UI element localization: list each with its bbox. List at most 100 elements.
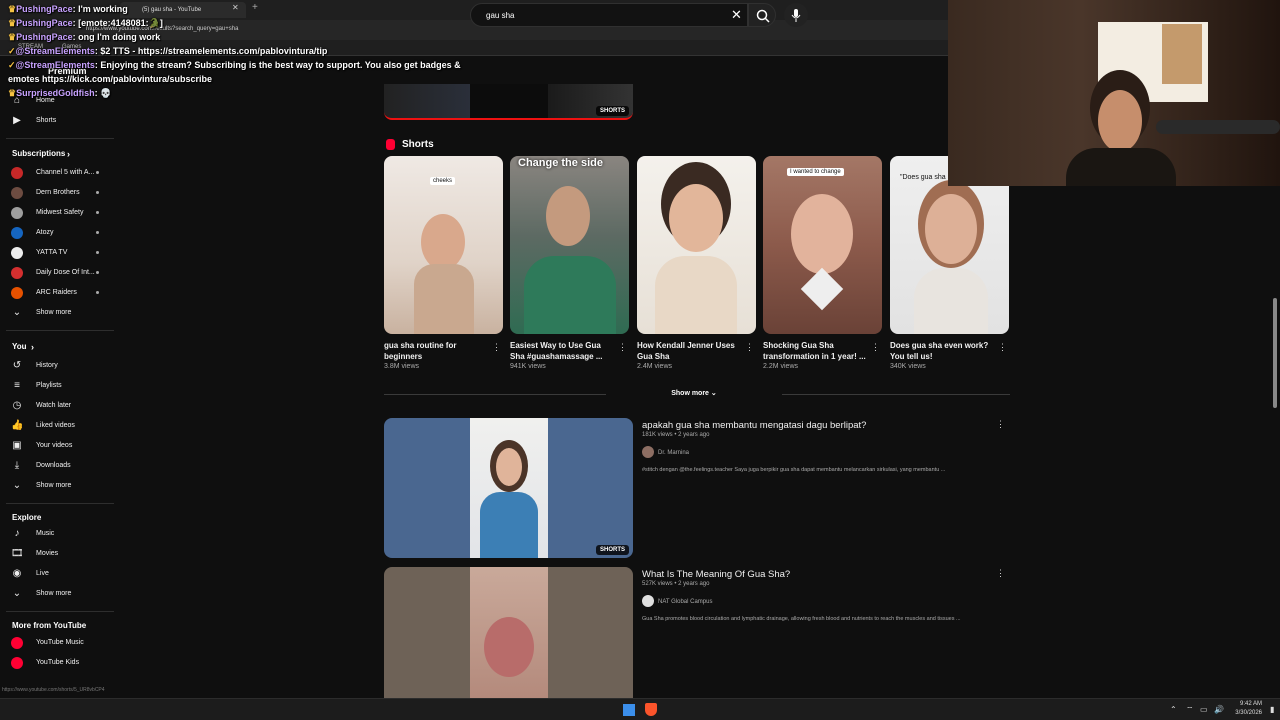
thumbnail-image [800, 267, 844, 311]
sidebar-item-label: Show more [36, 590, 72, 597]
sidebar-item-label: Movies [36, 550, 59, 557]
more-options-icon[interactable]: ⋮ [618, 342, 627, 353]
short-title[interactable]: Easiest Way to Use Gua Sha #guashamassag… [510, 340, 614, 362]
sidebar-item-label: ARC Raiders [36, 289, 77, 296]
more-options-icon[interactable]: ⋮ [492, 342, 501, 353]
search-query[interactable]: gau sha [486, 11, 514, 20]
search-icon [756, 9, 770, 23]
sidebar-item-youtube-music[interactable]: YouTube Music [0, 633, 124, 653]
video-thumbnail-partial[interactable]: SHORTS [384, 84, 633, 120]
video-title[interactable]: What Is The Meaning Of Gua Sha? [642, 569, 790, 580]
sidebar-item-downloads[interactable]: ⤓ Downloads [0, 456, 124, 476]
sidebar-item-label: Channel 5 with A... [36, 169, 95, 176]
sidebar-item-subscription[interactable]: Atozy [0, 223, 124, 243]
clock-time[interactable]: 9:42 AM [1228, 701, 1262, 707]
sidebar-item-music[interactable]: ♪ Music [0, 524, 124, 544]
video-thumbnail[interactable]: SHORTS [384, 418, 633, 558]
chat-text: : I'm working [72, 4, 128, 14]
video-result[interactable]: SHORTS apakah gua sha membantu mengatasi… [384, 418, 1010, 560]
shorts-badge: SHORTS [596, 106, 630, 116]
sidebar-item-watch-later[interactable]: ◷ Watch later [0, 396, 124, 416]
short-item[interactable]: How Kendall Jenner Uses Gua Sha 2.4M vie… [637, 156, 756, 374]
network-icon[interactable]: ▭ [1200, 705, 1208, 714]
clock-date[interactable]: 3/30/2026 [1228, 710, 1262, 716]
sidebar-item-shorts[interactable]: ▶ Shorts [0, 111, 124, 131]
sidebar-item-label: Midwest Safety [36, 209, 84, 216]
thumbnail-overlay-text: "Does gua sha [900, 174, 946, 181]
show-more-you[interactable]: ⌄ Show more [0, 476, 124, 496]
sidebar-item-subscription[interactable]: ARC Raiders [0, 283, 124, 303]
sidebar-item-subscription[interactable]: Daily Dose Of Int... [0, 263, 124, 283]
sidebar-item-liked-videos[interactable]: 👍 Liked videos [0, 416, 124, 436]
youtube-kids-icon [11, 657, 23, 669]
chat-text: : 💀 [94, 88, 112, 98]
subscriptions-heading[interactable]: Subscriptions [12, 149, 65, 158]
search-button[interactable] [748, 3, 776, 27]
short-item[interactable]: cheeks gua sha routine for beginners 3.8… [384, 156, 503, 374]
you-heading[interactable]: You [12, 342, 27, 351]
sidebar-item-movies[interactable]: 🎞 Movies [0, 544, 124, 564]
short-thumbnail[interactable]: cheeks [384, 156, 503, 334]
chevron-down-icon: ⌄ [12, 480, 22, 491]
browser-tab[interactable]: (5) gau sha - YouTube [120, 2, 246, 18]
more-options-icon[interactable]: ⋮ [996, 568, 1005, 579]
notifications-icon[interactable]: ▮ [1270, 705, 1274, 714]
more-options-icon[interactable]: ⋮ [996, 419, 1005, 430]
volume-icon[interactable]: 🔊 [1214, 705, 1224, 714]
windows-taskbar: ⌃ ⌔ ▭ 🔊 9:42 AM 3/30/2026 ▮ [0, 698, 1280, 720]
brave-browser-icon[interactable] [645, 703, 657, 716]
sidebar-item-subscription[interactable]: Dern Brothers [0, 183, 124, 203]
thumbnail-overlay-text: I wanted to change [787, 168, 844, 176]
more-options-icon[interactable]: ⋮ [998, 342, 1007, 353]
video-thumbnail[interactable] [384, 567, 633, 698]
more-options-icon[interactable]: ⋮ [745, 342, 754, 353]
show-more-shorts-button[interactable]: Show more ⌄ [606, 385, 782, 403]
short-title[interactable]: Shocking Gua Sha transformation in 1 yea… [763, 340, 867, 362]
divider [6, 503, 114, 504]
channel-avatar[interactable] [642, 595, 654, 607]
sidebar-item-youtube-kids[interactable]: YouTube Kids [0, 653, 124, 673]
channel-avatar[interactable] [642, 446, 654, 458]
playlists-icon: ≡ [14, 380, 20, 391]
short-item[interactable]: "Does gua sha Does gua sha even work? Yo… [890, 156, 1009, 374]
sidebar-item-subscription[interactable]: Midwest Safety [0, 203, 124, 223]
channel-name[interactable]: Dr. Marnina [658, 450, 689, 456]
windows-start-icon[interactable] [623, 704, 635, 716]
sidebar-item-subscription[interactable]: YATTA TV [0, 243, 124, 263]
short-title[interactable]: gua sha routine for beginners [384, 340, 488, 362]
channel-name[interactable]: NAT Global Campus [658, 599, 712, 605]
channel-avatar [11, 207, 23, 219]
sidebar-item-live[interactable]: ◉ Live [0, 564, 124, 584]
new-tab-icon[interactable]: + [252, 2, 258, 13]
channel-avatar [11, 287, 23, 299]
thumbnail-image [914, 268, 988, 334]
streamer-webcam [948, 0, 1280, 186]
more-options-icon[interactable]: ⋮ [871, 342, 880, 353]
sidebar-item-subscription[interactable]: Channel 5 with A... [0, 163, 124, 183]
close-tab-icon[interactable]: ✕ [232, 3, 239, 12]
voice-search-button[interactable] [784, 3, 808, 27]
wifi-icon[interactable]: ⌔ [1186, 705, 1194, 715]
sidebar-item-your-videos[interactable]: ▣ Your videos [0, 436, 124, 456]
thumbnail-image [496, 448, 522, 486]
short-thumbnail[interactable]: Change the side [510, 156, 629, 334]
sidebar-item-label: YATTA TV [36, 249, 68, 256]
short-thumbnail[interactable] [637, 156, 756, 334]
explore-heading: Explore [12, 513, 42, 522]
short-item[interactable]: I wanted to change Shocking Gua Sha tran… [763, 156, 882, 374]
chevron-up-icon[interactable]: ⌃ [1170, 705, 1177, 714]
short-thumbnail[interactable]: I wanted to change [763, 156, 882, 334]
sidebar-item-history[interactable]: ↺ History [0, 356, 124, 376]
show-more-explore[interactable]: ⌄ Show more [0, 584, 124, 604]
short-title[interactable]: Does gua sha even work? You tell us! [890, 340, 994, 362]
channel-avatar [11, 167, 23, 179]
video-title[interactable]: apakah gua sha membantu mengatasi dagu b… [642, 420, 866, 431]
chat-text: : ong I'm doing work [72, 32, 161, 42]
video-result[interactable]: What Is The Meaning Of Gua Sha? 527K vie… [384, 567, 1010, 709]
show-more-subscriptions[interactable]: ⌄ Show more [0, 303, 124, 323]
short-item[interactable]: Change the side Easiest Way to Use Gua S… [510, 156, 629, 374]
short-title[interactable]: How Kendall Jenner Uses Gua Sha [637, 340, 741, 362]
page-scrollbar[interactable] [1273, 298, 1277, 408]
sidebar-item-playlists[interactable]: ≡ Playlists [0, 376, 124, 396]
clear-search-icon[interactable]: ✕ [731, 7, 742, 23]
